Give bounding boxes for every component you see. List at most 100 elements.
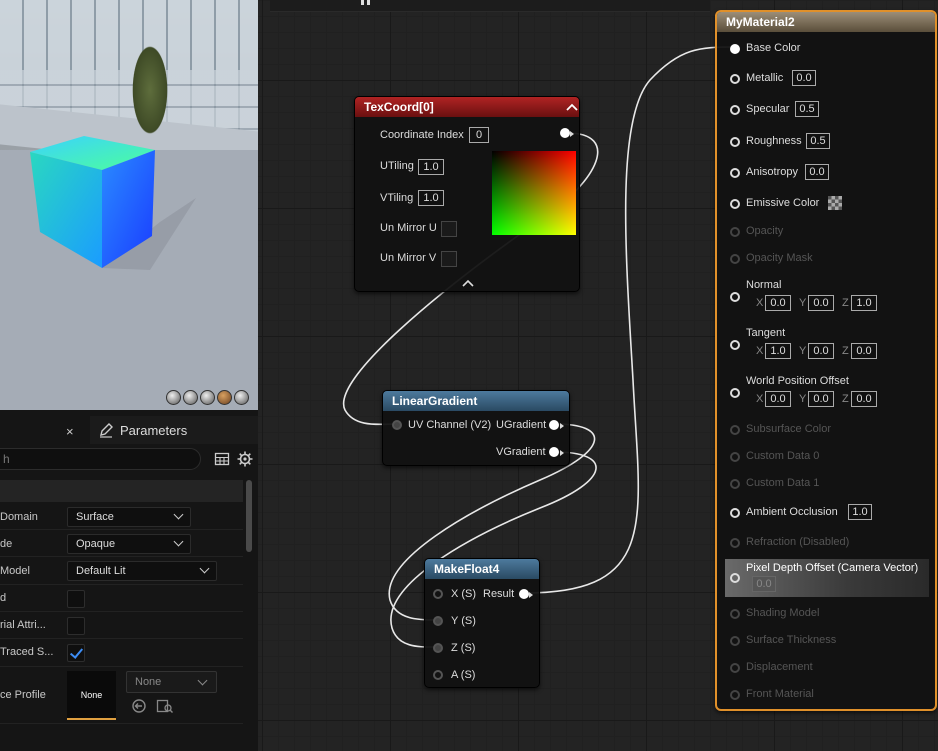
roughness-pin[interactable] <box>730 137 740 147</box>
utiling-value[interactable]: 1.0 <box>418 159 444 175</box>
row-divider <box>0 666 243 667</box>
prop-label-subsurface-profile: ce Profile <box>0 689 46 701</box>
subsurface-color-pin[interactable] <box>730 425 740 435</box>
wpo-z-value[interactable]: 0.0 <box>851 391 877 407</box>
material-domain-value: Surface <box>76 511 114 523</box>
details-scrollbar[interactable] <box>246 480 252 552</box>
use-selected-asset-icon[interactable] <box>131 698 147 714</box>
subsurface-profile-value: None <box>135 676 162 688</box>
z-input-pin[interactable] <box>433 643 443 653</box>
wpo-x-value[interactable]: 0.0 <box>765 391 791 407</box>
opacity-mask-pin[interactable] <box>730 254 740 264</box>
unmirror-v-checkbox[interactable] <box>441 251 457 267</box>
front-material-label: Front Material <box>746 688 814 700</box>
settings-gear-icon[interactable] <box>237 451 253 467</box>
ugradient-output-pin[interactable] <box>549 420 559 430</box>
surface-thickness-pin[interactable] <box>730 636 740 646</box>
prop-label-blend-mode: de <box>0 538 13 550</box>
displacement-pin[interactable] <box>730 663 740 673</box>
blend-mode-combo[interactable]: Opaque <box>67 534 191 554</box>
texcoord-output-pin[interactable] <box>560 128 570 138</box>
uv-channel-input-pin[interactable] <box>392 420 402 430</box>
opacity-pin[interactable] <box>730 227 740 237</box>
shading-model-combo[interactable]: Default Lit <box>67 561 217 581</box>
metallic-value[interactable]: 0.0 <box>792 70 816 86</box>
makefloat4-node[interactable]: MakeFloat4 X (S) Result Y (S) Z (S) A (S… <box>424 558 540 688</box>
material-result-node[interactable]: MyMaterial2 Base Color Metallic 0.0 Spec… <box>715 10 937 711</box>
pin-arrow-icon <box>560 423 564 429</box>
ambient-occlusion-value[interactable]: 1.0 <box>848 504 872 520</box>
expand-chevron-up-icon[interactable] <box>462 279 474 287</box>
cylinder-preview-icon[interactable] <box>166 390 181 405</box>
world-position-offset-pin[interactable] <box>730 388 740 398</box>
prop-label-material-attributes: rial Attri... <box>0 619 46 631</box>
pixel-depth-offset-value[interactable]: 0.0 <box>752 576 776 592</box>
prop-label-ray-traced-shadows: Traced S... <box>0 646 54 658</box>
y-input-pin[interactable] <box>433 616 443 626</box>
details-tab-bar: × Parameters <box>0 416 258 444</box>
ambient-occlusion-pin[interactable] <box>730 508 740 518</box>
close-tab-icon[interactable]: × <box>66 424 74 439</box>
specular-pin[interactable] <box>730 105 740 115</box>
prop-label-two-sided: d <box>0 592 7 604</box>
row-divider <box>0 723 243 724</box>
metallic-label: Metallic <box>746 72 784 84</box>
details-search-input[interactable]: h <box>0 448 201 470</box>
roughness-value[interactable]: 0.5 <box>806 133 830 149</box>
linear-gradient-node[interactable]: LinearGradient UV Channel (V2) UGradient… <box>382 390 570 466</box>
emissive-color-swatch[interactable] <box>828 196 842 210</box>
graph-top-toolbar <box>270 0 710 12</box>
refraction-pin[interactable] <box>730 538 740 548</box>
ray-traced-shadows-checkbox[interactable] <box>67 644 85 662</box>
x-input-pin[interactable] <box>433 589 443 599</box>
shading-model-pin[interactable] <box>730 609 740 619</box>
wpo-y-value[interactable]: 0.0 <box>808 391 834 407</box>
cube-preview-icon[interactable] <box>217 390 232 405</box>
metallic-pin[interactable] <box>730 74 740 84</box>
normal-y-axis-label: Y <box>799 297 807 309</box>
linear-gradient-node-title: LinearGradient <box>383 391 569 411</box>
a-input-pin[interactable] <box>433 670 443 680</box>
details-section-header[interactable] <box>0 480 243 502</box>
table-view-icon[interactable] <box>214 451 230 467</box>
emissive-color-pin[interactable] <box>730 199 740 209</box>
unmirror-u-checkbox[interactable] <box>441 221 457 237</box>
material-preview-viewport[interactable] <box>0 0 258 410</box>
tangent-z-value[interactable]: 0.0 <box>851 343 877 359</box>
tangent-pin[interactable] <box>730 340 740 350</box>
tab-parameters[interactable]: Parameters <box>90 416 258 444</box>
texcoord-node[interactable]: TexCoord[0] Coordinate Index 0 UTiling 1… <box>354 96 580 292</box>
normal-x-value[interactable]: 0.0 <box>765 295 791 311</box>
row-divider <box>0 584 243 585</box>
custom-data-1-pin[interactable] <box>730 479 740 489</box>
tangent-y-value[interactable]: 0.0 <box>808 343 834 359</box>
tangent-x-value[interactable]: 1.0 <box>765 343 791 359</box>
material-attributes-checkbox[interactable] <box>67 617 85 635</box>
browse-asset-icon[interactable] <box>156 698 174 714</box>
vtiling-value[interactable]: 1.0 <box>418 190 444 206</box>
plane-preview-icon[interactable] <box>200 390 215 405</box>
pixel-depth-offset-pin[interactable] <box>730 573 740 583</box>
subsurface-profile-combo[interactable]: None <box>126 671 217 693</box>
blend-mode-value: Opaque <box>76 538 116 550</box>
pin-arrow-icon <box>560 450 564 456</box>
normal-y-value[interactable]: 0.0 <box>808 295 834 311</box>
material-domain-combo[interactable]: Surface <box>67 507 191 527</box>
coordinate-index-value[interactable]: 0 <box>469 127 489 143</box>
result-output-pin[interactable] <box>519 589 529 599</box>
sphere-preview-icon[interactable] <box>183 390 198 405</box>
base-color-pin[interactable] <box>730 44 740 54</box>
anisotropy-pin[interactable] <box>730 168 740 178</box>
vgradient-output-pin[interactable] <box>549 447 559 457</box>
specular-value[interactable]: 0.5 <box>795 101 819 117</box>
custom-data-0-pin[interactable] <box>730 452 740 462</box>
normal-z-value[interactable]: 1.0 <box>851 295 877 311</box>
custom-mesh-preview-icon[interactable] <box>234 390 249 405</box>
anisotropy-value[interactable]: 0.0 <box>805 164 829 180</box>
subsurface-profile-thumbnail[interactable]: None <box>67 671 116 720</box>
ugradient-label: UGradient <box>496 419 547 431</box>
two-sided-checkbox[interactable] <box>67 590 85 608</box>
normal-label: Normal <box>746 279 782 291</box>
front-material-pin[interactable] <box>730 690 740 700</box>
normal-pin[interactable] <box>730 292 740 302</box>
